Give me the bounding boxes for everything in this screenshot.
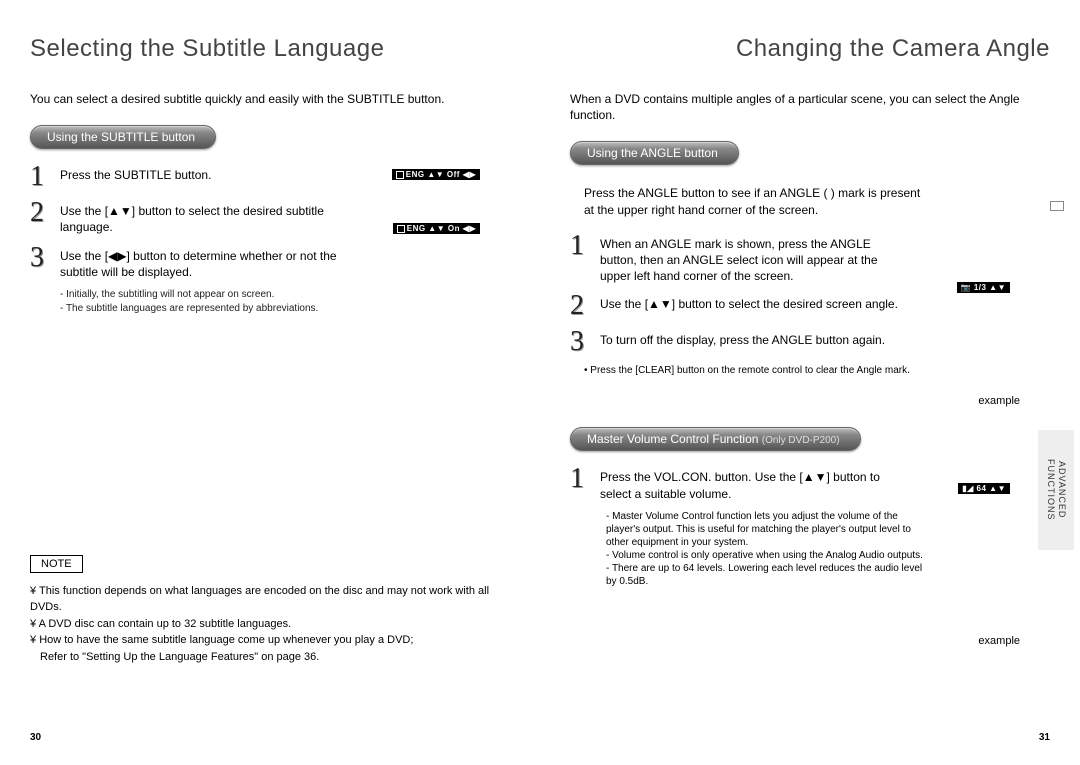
step-number: 2 <box>30 199 60 227</box>
step-row: 1 Press the SUBTITLE button. ENG ▲▼ Off … <box>30 163 510 191</box>
volume-notes: - Master Volume Control function lets yo… <box>606 510 926 588</box>
vol-note-item: - Volume control is only operative when … <box>606 549 926 562</box>
step-text: When an ANGLE mark is shown, press the A… <box>600 232 900 285</box>
section-pill-angle: Using the ANGLE button <box>570 141 739 165</box>
note-item: A DVD disc can contain up to 32 subtitle… <box>30 616 510 633</box>
footnote-line: Initially, the subtitling will not appea… <box>60 288 510 302</box>
step-number: 3 <box>570 328 600 356</box>
note-item: How to have the same subtitle language c… <box>30 632 510 649</box>
step-row: 3 Use the [◀▶] button to determine wheth… <box>30 244 510 280</box>
step-row: 2 Use the [▲▼] button to select the desi… <box>570 292 1050 320</box>
note-refer: Refer to "Setting Up the Language Featur… <box>30 649 510 666</box>
note-list: This function depends on what languages … <box>30 583 510 666</box>
step-number: 2 <box>570 292 600 320</box>
note-label: NOTE <box>30 555 83 573</box>
section-pill-subtitle: Using the SUBTITLE button <box>30 125 216 149</box>
page-right: Changing the Camera Angle When a DVD con… <box>540 0 1080 765</box>
section-pill-volume: Master Volume Control Function (Only DVD… <box>570 427 861 451</box>
osd-volume-indicator: ▮◢ 64 ▲▼ <box>958 483 1010 494</box>
note-item: This function depends on what languages … <box>30 583 510 616</box>
page-number-right: 31 <box>1039 732 1050 743</box>
step-row: 1 Press the VOL.CON. button. Use the [▲▼… <box>570 465 1050 501</box>
step-number: 3 <box>30 244 60 272</box>
step-row: 3 To turn off the display, press the ANG… <box>570 328 1050 356</box>
example-label: example <box>978 635 1020 647</box>
step-text: To turn off the display, press the ANGLE… <box>600 328 885 348</box>
intro-left: You can select a desired subtitle quickl… <box>30 91 510 107</box>
step-row: 1 When an ANGLE mark is shown, press the… <box>570 232 1050 285</box>
page-number-left: 30 <box>30 732 41 743</box>
page-title-right: Changing the Camera Angle <box>570 35 1050 63</box>
clear-note: • Press the [CLEAR] button on the remote… <box>584 364 1050 377</box>
angle-mark-icon <box>1050 201 1064 211</box>
page-title-left: Selecting the Subtitle Language <box>30 35 510 63</box>
example-label: example <box>978 395 1020 407</box>
step-number: 1 <box>570 232 600 260</box>
osd-indicator-off: ENG ▲▼ Off ◀▶ <box>392 169 480 180</box>
step-text: Use the [▲▼] button to select the desire… <box>60 199 360 235</box>
vol-note-item: - There are up to 64 levels. Lowering ea… <box>606 562 926 588</box>
step-text: Press the VOL.CON. button. Use the [▲▼] … <box>600 465 900 501</box>
note-section: NOTE This function depends on what langu… <box>30 555 510 666</box>
step-text: Press the SUBTITLE button. <box>60 163 211 183</box>
volume-icon: ▮◢ <box>962 484 974 493</box>
step-text: Use the [▲▼] button to select the desire… <box>600 292 898 312</box>
step-row: 2 Use the [▲▼] button to select the desi… <box>30 199 510 235</box>
page-left: Selecting the Subtitle Language You can … <box>0 0 540 765</box>
step-number: 1 <box>570 465 600 493</box>
vol-note-item: - Master Volume Control function lets yo… <box>606 510 926 549</box>
osd-indicator-on: ENG ▲▼ On ◀▶ <box>393 223 480 234</box>
camera-icon: 📷 <box>961 283 971 292</box>
step-number: 1 <box>30 163 60 191</box>
section-side-tab: ADVANCED FUNCTIONS <box>1038 430 1074 550</box>
footnote-line: The subtitle languages are represented b… <box>60 302 510 316</box>
pre-step-text: Press the ANGLE button to see if an ANGL… <box>584 185 924 217</box>
osd-angle-indicator: 📷 1/3 ▲▼ <box>957 282 1010 293</box>
step-footnotes: Initially, the subtitling will not appea… <box>60 288 510 316</box>
step-text: Use the [◀▶] button to determine whether… <box>60 244 360 280</box>
intro-right: When a DVD contains multiple angles of a… <box>570 91 1050 123</box>
